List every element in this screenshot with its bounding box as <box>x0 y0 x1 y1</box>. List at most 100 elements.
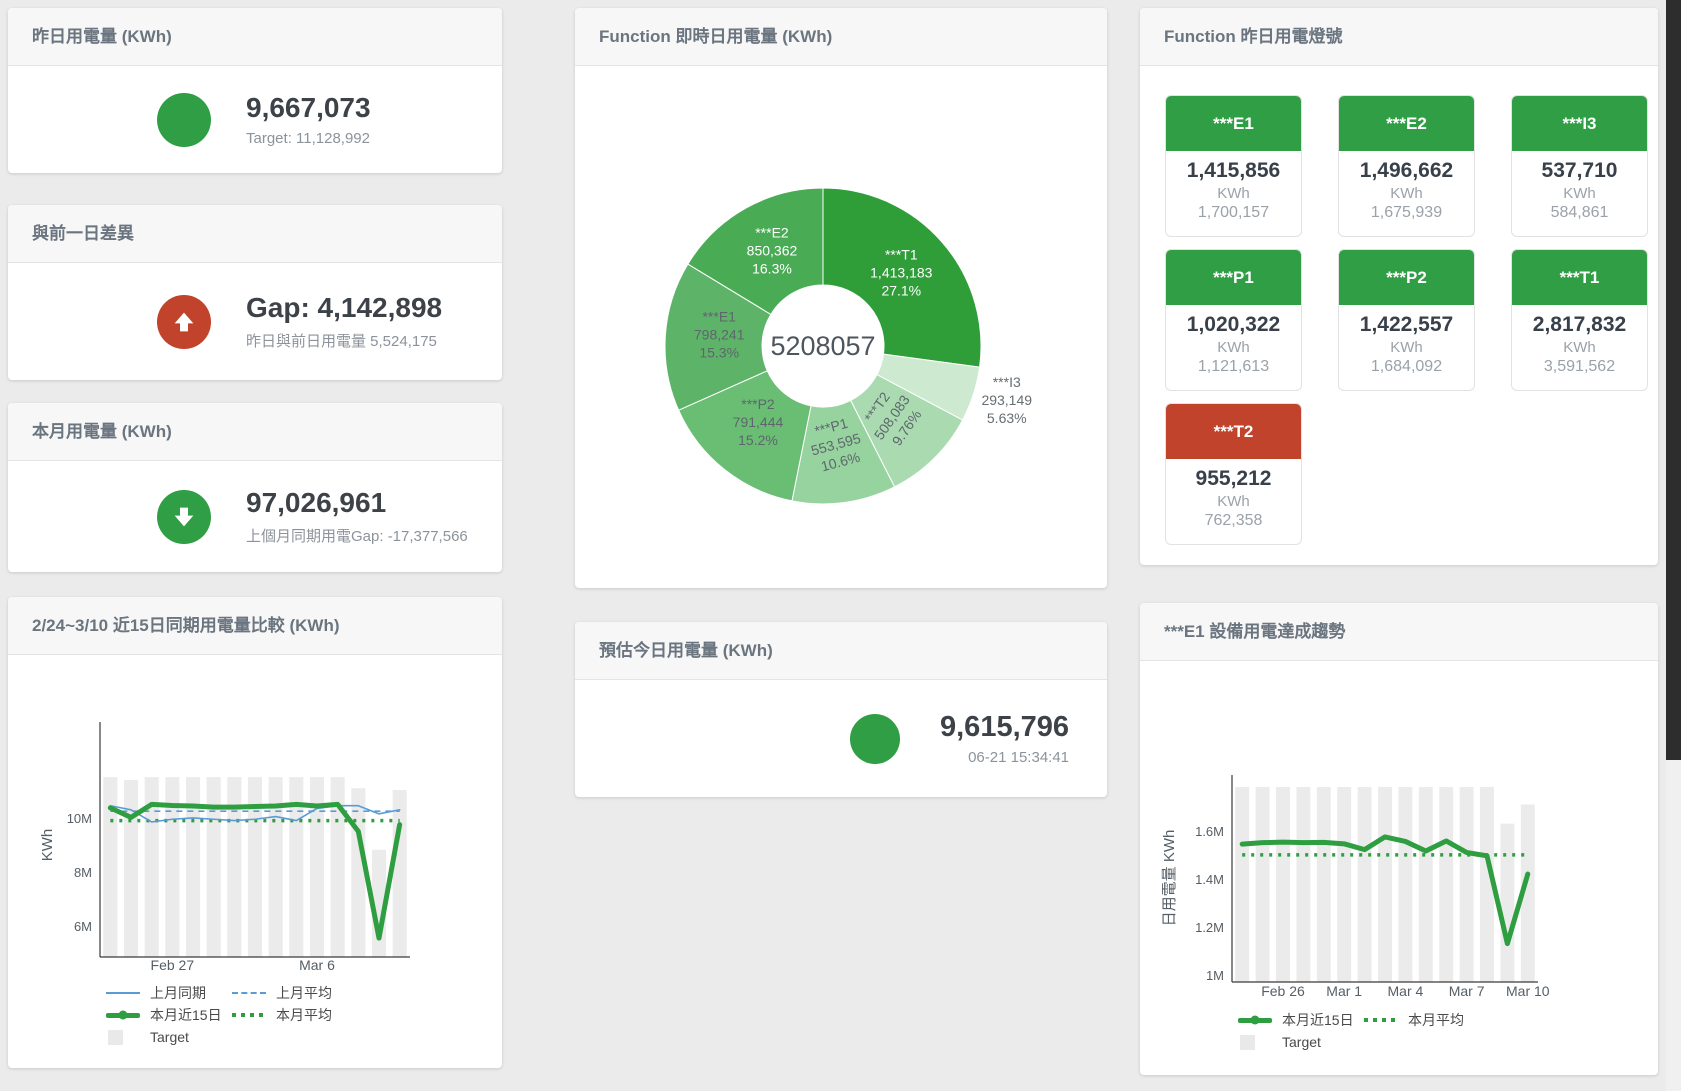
tile-body: 537,710KWh584,861 <box>1512 151 1647 222</box>
tile-unit: KWh <box>1166 185 1301 202</box>
tile-unit: KWh <box>1166 493 1301 510</box>
legend-label: 上月平均 <box>276 983 332 1003</box>
tile-sub: 762,358 <box>1166 512 1301 530</box>
tile-sub: 1,675,939 <box>1339 204 1474 222</box>
card-e1-trend: ***E1 設備用電達成趨勢 1M1.2M1.4M1.6MFeb 26Mar 1… <box>1140 603 1658 1075</box>
y-tick-label: 1.4M <box>1195 872 1224 887</box>
page-scrollbar <box>1666 0 1681 1091</box>
card-15day-compare: 2/24~3/10 近15日同期用電量比較 (KWh) 6M8M10MFeb 2… <box>8 597 502 1068</box>
status-tile-T1: ***T12,817,832KWh3,591,562 <box>1511 249 1648 391</box>
scrollbar-thumb[interactable] <box>1666 0 1681 760</box>
card-body: 97,026,961 上個月同期用電Gap: -17,377,566 <box>8 461 502 572</box>
card-header: Function 昨日用電燈號 <box>1140 8 1658 66</box>
gap-prev-day-value: Gap: 4,142,898 <box>246 292 442 324</box>
tile-value: 537,710 <box>1512 159 1647 183</box>
tile-sub: 3,591,562 <box>1512 358 1647 376</box>
x-tick-label: Mar 7 <box>1449 983 1485 999</box>
card-title: Function 昨日用電燈號 <box>1164 27 1342 46</box>
tile-value: 2,817,832 <box>1512 313 1647 337</box>
month-usage-value: 97,026,961 <box>246 487 468 519</box>
legend-item-本月平均[interactable]: 本月平均 <box>1364 1010 1490 1030</box>
card-usage-lights: Function 昨日用電燈號 ***E1 1,415,856 KWh 1,700,1… <box>1140 8 1658 565</box>
trend-chart-legend: 本月近15日本月平均 Target <box>1238 1009 1490 1053</box>
legend-swatch-thick <box>1238 1018 1272 1023</box>
tile-unit: KWh <box>1512 185 1647 202</box>
tile-value: 1,020,322 <box>1166 313 1301 337</box>
legend-item-Target[interactable]: Target <box>1238 1034 1364 1050</box>
card-title: Function 即時日用電量 (KWh) <box>599 27 832 46</box>
tile-value: 1,415,856 <box>1166 159 1301 183</box>
donut-chart-container: ***T11,413,18327.1%***I3293,1495.63%***T… <box>575 66 1107 593</box>
tile-label: ***T2 <box>1166 404 1301 459</box>
target-bar <box>103 777 117 957</box>
estimate-timestamp: 06-21 15:34:41 <box>940 749 1069 766</box>
legend-label: 本月近15日 <box>150 1005 222 1025</box>
legend-item-本月近15日[interactable]: 本月近15日 <box>1238 1010 1364 1030</box>
status-tile-E2: ***E21,496,662KWh1,675,939 <box>1338 95 1475 237</box>
card-header: 與前一日差異 <box>8 205 502 263</box>
target-bar <box>393 790 407 957</box>
tile-label: ***E1 <box>1166 96 1301 151</box>
x-tick-label: Mar 1 <box>1326 983 1362 999</box>
target-bar <box>1337 787 1351 982</box>
tile-value: 1,422,557 <box>1339 313 1474 337</box>
estimate-today-value: 9,615,796 <box>940 711 1069 744</box>
tile-unit: KWh <box>1166 339 1301 356</box>
legend-label: 上月同期 <box>150 983 206 1003</box>
legend-swatch-line <box>106 992 140 994</box>
arrow-up-icon <box>157 295 211 349</box>
legend-swatch-thick <box>106 1013 140 1018</box>
x-tick-label: Feb 27 <box>151 957 195 973</box>
y-tick-label: 1.6M <box>1195 824 1224 839</box>
tile-body: 1,020,322 KWh 1,121,613 <box>1166 305 1301 376</box>
y-tick-label: 6M <box>74 919 92 934</box>
tile-unit: KWh <box>1339 185 1474 202</box>
card-body: Gap: 4,142,898 昨日與前日用電量 5,524,175 <box>8 263 502 380</box>
target-bar <box>1398 787 1412 982</box>
card-month-usage: 本月用電量 (KWh) 97,026,961 上個月同期用電Gap: -17,3… <box>8 403 502 572</box>
status-tiles-grid: ***E11,415,856KWh1,700,157***E21,496,662… <box>1165 95 1648 545</box>
status-tile-P1: ***P11,020,322KWh1,121,613 <box>1165 249 1302 391</box>
tile-body: 1,422,557 KWh 1,684,092 <box>1339 305 1474 376</box>
target-bar <box>1256 787 1270 982</box>
card-title: 預估今日用電量 (KWh) <box>599 641 773 660</box>
legend-label: Target <box>150 1029 189 1045</box>
legend-item-上月同期[interactable]: 上月同期 <box>106 983 232 1003</box>
y-axis-label: KWh <box>39 829 56 862</box>
legend-swatch-square <box>108 1030 123 1045</box>
legend-item-本月平均[interactable]: 本月平均 <box>232 1005 358 1025</box>
legend-item-本月近15日[interactable]: 本月近15日 <box>106 1005 232 1025</box>
x-tick-label: Mar 10 <box>1506 983 1550 999</box>
target-bar <box>1439 787 1453 982</box>
legend-item-上月平均[interactable]: 上月平均 <box>232 983 358 1003</box>
card-estimate-today: 預估今日用電量 (KWh) 9,615,796 06-21 15:34:41 <box>575 622 1107 797</box>
tile-body: 1,496,662KWh1,675,939 <box>1339 151 1474 222</box>
month-usage-gap: 上個月同期用電Gap: -17,377,566 <box>246 525 468 546</box>
target-bar <box>1419 787 1433 982</box>
target-bar <box>1276 787 1290 982</box>
legend-label: Target <box>1282 1034 1321 1050</box>
tile-label: ***P2 <box>1339 250 1474 305</box>
compare-chart-legend: 上月同期 上月平均本月近15日本月平均 Target <box>106 982 358 1048</box>
card-header: ***E1 設備用電達成趨勢 <box>1140 603 1658 661</box>
legend-item-Target[interactable]: Target <box>106 1029 232 1045</box>
target-bar <box>1378 787 1392 982</box>
target-bar <box>124 780 138 957</box>
x-tick-label: Mar 4 <box>1388 983 1424 999</box>
target-bar <box>1296 787 1310 982</box>
y-tick-label: 1.2M <box>1195 920 1224 935</box>
x-tick-label: Feb 26 <box>1261 983 1305 999</box>
tile-unit: KWh <box>1339 339 1474 356</box>
card-body: 9,615,796 06-21 15:34:41 <box>575 680 1107 797</box>
legend-swatch-square <box>1240 1035 1255 1050</box>
tile-sub: 1,121,613 <box>1166 358 1301 376</box>
tile-label: ***I3 <box>1512 96 1647 151</box>
target-bar <box>1460 787 1474 982</box>
tile-sub: 1,684,092 <box>1339 358 1474 376</box>
target-bar <box>1500 824 1514 982</box>
tile-sub: 1,700,157 <box>1166 204 1301 222</box>
realtime-usage-donut[interactable]: ***T11,413,18327.1%***I3293,1495.63%***T… <box>575 66 1107 588</box>
card-yesterday-usage: 昨日用電量 (KWh) 9,667,073 Target: 11,128,992 <box>8 8 502 173</box>
status-tile-T2: ***T2955,212KWh762,358 <box>1165 403 1302 545</box>
donut-slice-label: ***I3293,1495.63% <box>981 374 1032 426</box>
